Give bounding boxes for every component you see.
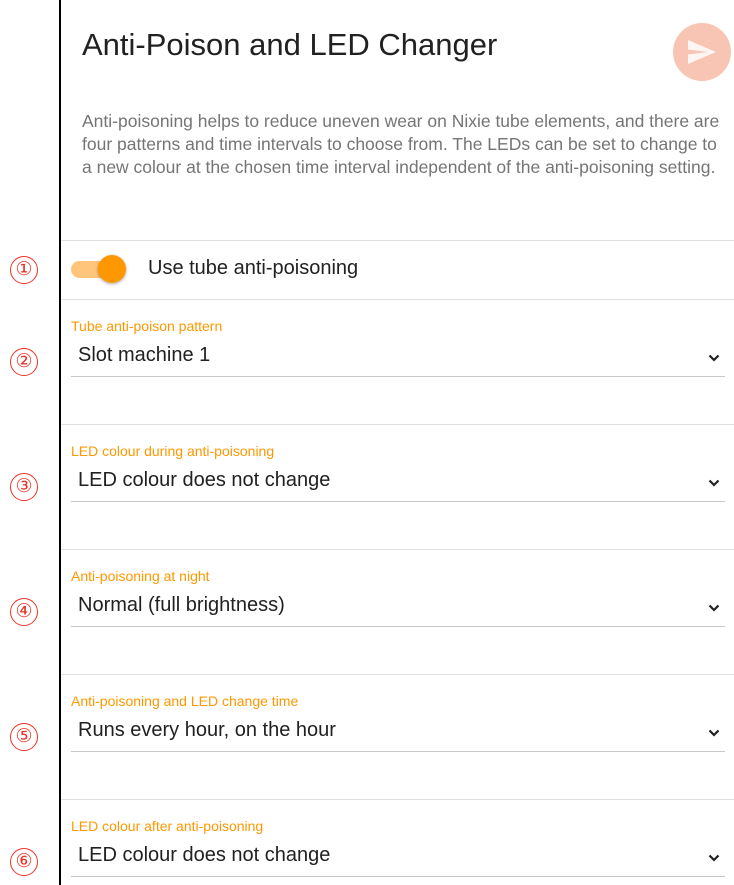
annotation-marker-4: ④ bbox=[10, 598, 38, 626]
led-colour-after-select[interactable]: LED colour does not change bbox=[71, 842, 725, 877]
annotation-marker-2: ② bbox=[10, 348, 38, 376]
field-label: Anti-poisoning and LED change time bbox=[71, 693, 299, 709]
chevron-down-icon bbox=[708, 354, 720, 362]
divider bbox=[61, 549, 734, 550]
select-value: Normal (full brightness) bbox=[78, 594, 285, 616]
page-title: Anti-Poison and LED Changer bbox=[82, 27, 498, 62]
chevron-down-icon bbox=[708, 854, 720, 862]
annotation-marker-3: ③ bbox=[10, 473, 38, 501]
send-icon bbox=[688, 40, 716, 64]
select-value: LED colour does not change bbox=[78, 469, 331, 491]
select-value: Slot machine 1 bbox=[78, 344, 211, 366]
divider bbox=[61, 299, 734, 300]
divider bbox=[61, 424, 734, 425]
tube-pattern-select[interactable]: Slot machine 1 bbox=[71, 342, 725, 377]
send-button[interactable] bbox=[673, 23, 731, 81]
chevron-down-icon bbox=[708, 729, 720, 737]
annotation-marker-5: ⑤ bbox=[10, 723, 38, 751]
settings-panel: Anti-Poison and LED Changer Anti-poisoni… bbox=[59, 0, 734, 885]
toggle-thumb[interactable] bbox=[98, 255, 126, 283]
led-colour-during-select[interactable]: LED colour does not change bbox=[71, 467, 725, 502]
night-mode-select[interactable]: Normal (full brightness) bbox=[71, 592, 725, 627]
anti-poisoning-toggle-row[interactable]: Use tube anti-poisoning bbox=[61, 240, 734, 298]
chevron-down-icon bbox=[708, 479, 720, 487]
annotation-marker-1: ① bbox=[10, 256, 38, 284]
chevron-down-icon bbox=[708, 604, 720, 612]
divider bbox=[61, 799, 734, 800]
field-label: LED colour during anti-poisoning bbox=[71, 443, 275, 459]
field-label: Tube anti-poison pattern bbox=[71, 318, 223, 334]
annotation-marker-6: ⑥ bbox=[10, 848, 38, 876]
field-label: Anti-poisoning at night bbox=[71, 568, 210, 584]
field-label: LED colour after anti-poisoning bbox=[71, 818, 264, 834]
toggle-label: Use tube anti-poisoning bbox=[148, 257, 359, 279]
description-text: Anti-poisoning helps to reduce uneven we… bbox=[82, 111, 720, 177]
change-time-select[interactable]: Runs every hour, on the hour bbox=[71, 717, 725, 752]
select-value: Runs every hour, on the hour bbox=[78, 719, 336, 741]
select-value: LED colour does not change bbox=[78, 844, 331, 866]
divider bbox=[61, 674, 734, 675]
